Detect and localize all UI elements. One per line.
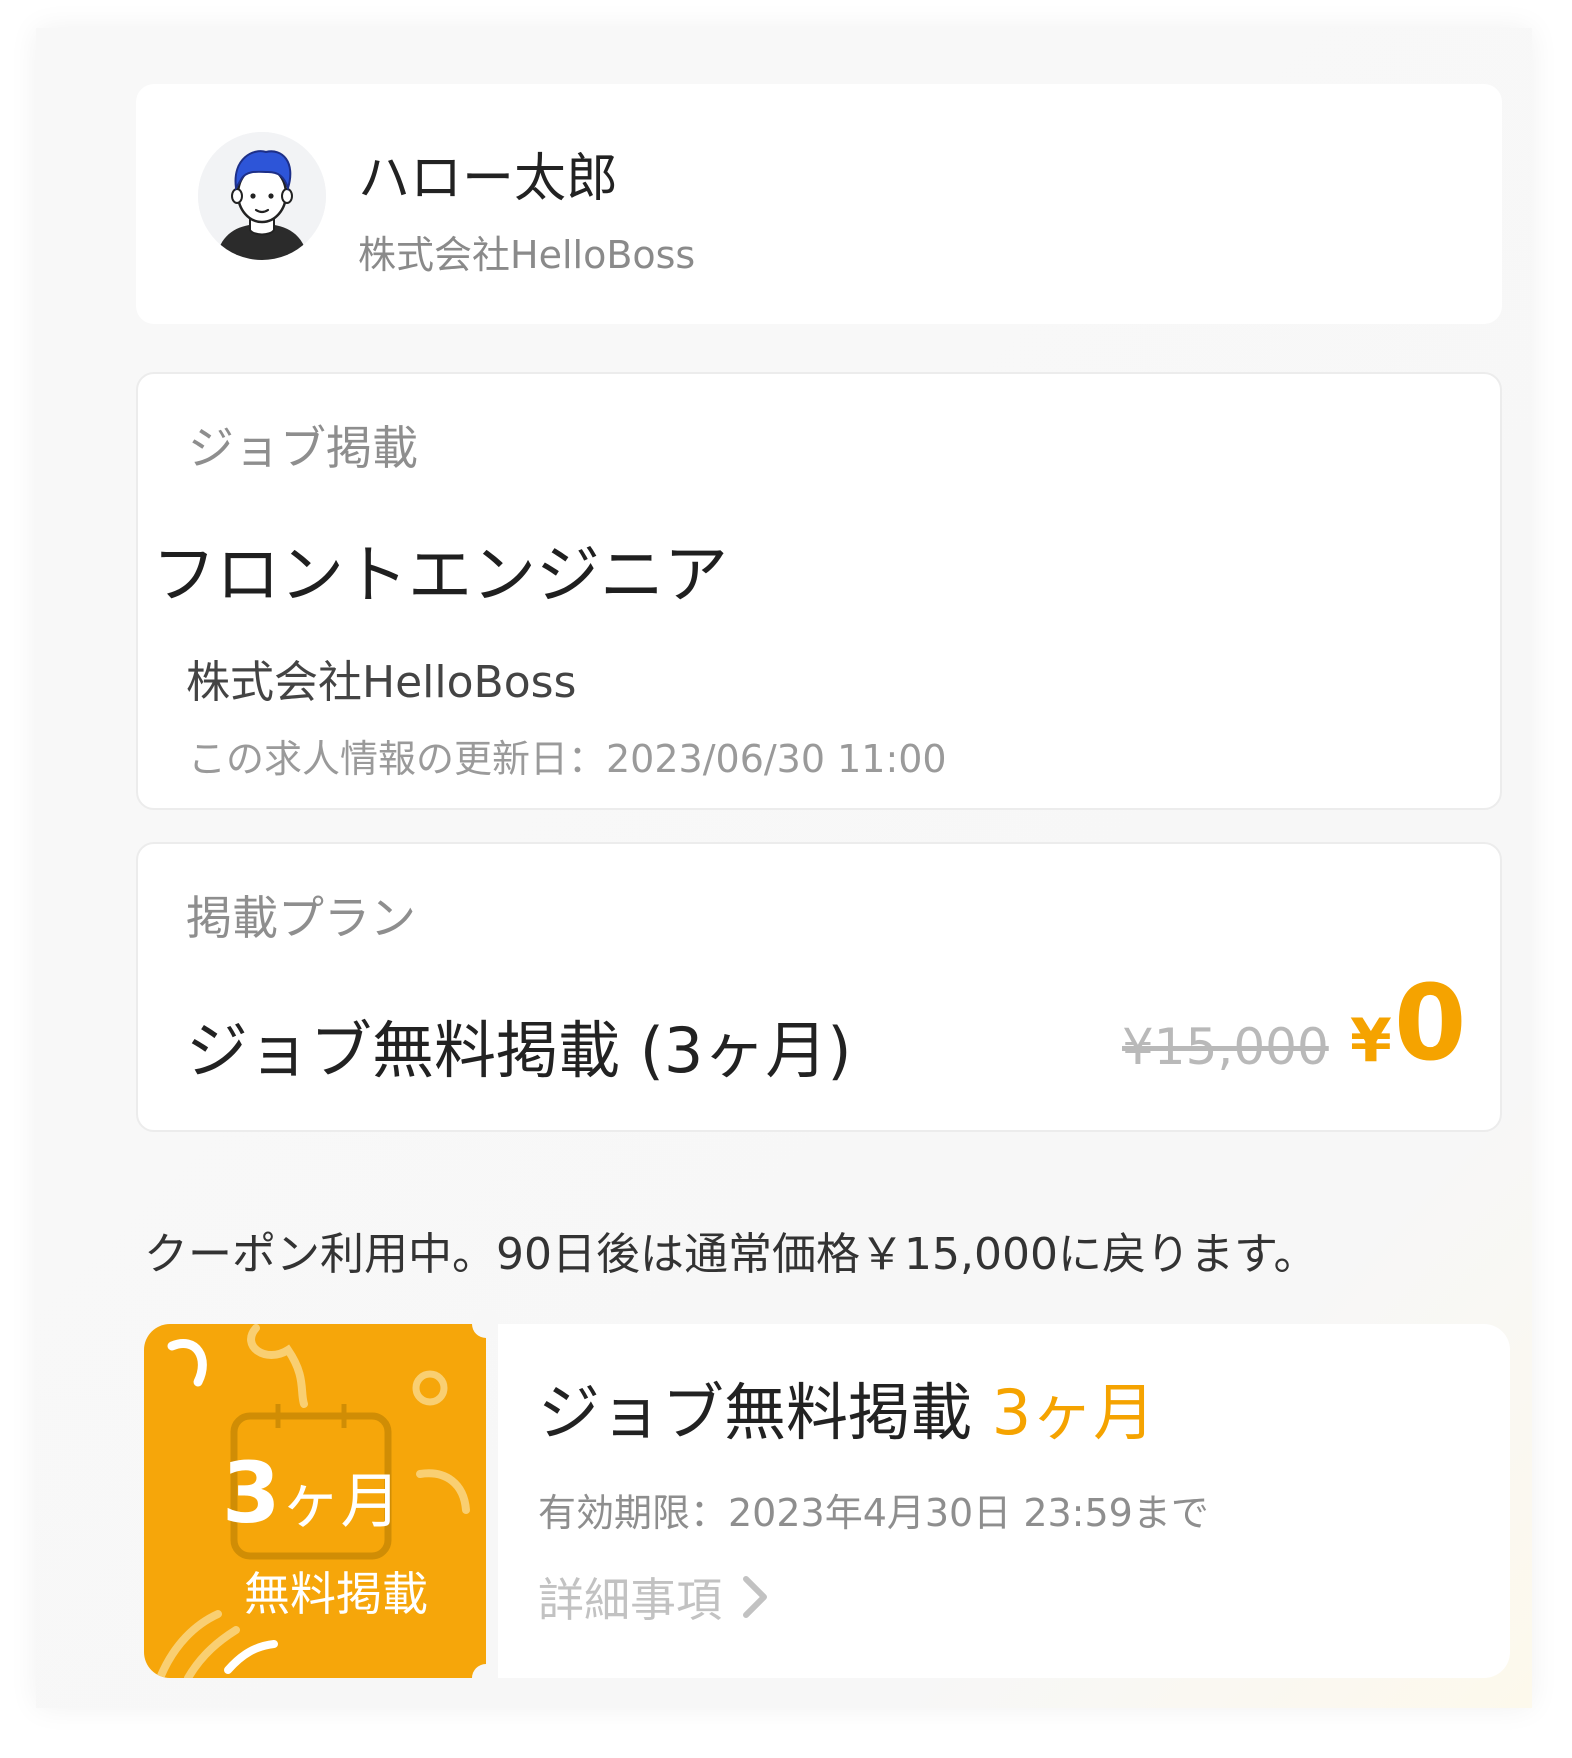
chevron-right-icon [743,1576,767,1618]
plan-original-price: ¥15,000 [1122,1018,1329,1076]
ticket-notch-top [472,1310,500,1338]
plan-price: 0 [1394,962,1467,1084]
plan-card: 掲載プラン ジョブ無料掲載 (3ヶ月) ¥15,000 ¥ 0 [136,842,1502,1132]
avatar-illustration [198,132,326,260]
plan-section-label: 掲載プラン [186,891,416,945]
profile-company: 株式会社HelloBoss [358,233,696,277]
profile-name: ハロー太郎 [358,149,619,209]
coupon-ticket[interactable]: 3ヶ月 無料掲載 ジョブ無料掲載 3ヶ月 有効期限：2023年4月30日 23:… [144,1310,1510,1692]
coupon-info: ジョブ無料掲載 3ヶ月 有効期限：2023年4月30日 23:59まで 詳細事項 [498,1324,1510,1678]
job-posting-card[interactable]: ジョブ掲載 フロントエンジニア 株式会社HelloBoss この求人情報の更新日… [136,372,1502,810]
coupon-details-label: 詳細事項 [538,1573,722,1627]
coupon-details-link[interactable]: 詳細事項 [538,1564,770,1630]
coupon-note: クーポン利用中。90日後は通常価格￥15,000に戻ります。 [144,1229,1318,1280]
badge-unit: ヶ月 [280,1467,401,1537]
coupon-title: ジョブ無料掲載 3ヶ月 [538,1362,1155,1452]
badge-label: 無料掲載 [244,1567,428,1621]
coupon-title-duration: 3ヶ月 [991,1376,1156,1449]
job-company: 株式会社HelloBoss [186,657,577,708]
badge-duration: 3ヶ月 [222,1444,400,1542]
avatar [198,132,326,260]
job-title: フロントエンジニア [152,539,728,613]
coupon-validity: 有効期限：2023年4月30日 23:59まで [538,1491,1209,1535]
ticket-notch-bottom [472,1664,500,1692]
badge-number: 3 [222,1444,281,1542]
coupon-badge: 3ヶ月 無料掲載 [144,1324,486,1678]
job-section-label: ジョブ掲載 [188,421,418,475]
profile-card: ハロー太郎 株式会社HelloBoss [136,84,1502,324]
plan-currency: ¥ [1350,1006,1392,1076]
job-updated-date: この求人情報の更新日：2023/06/30 11:00 [188,737,947,781]
page-container: ハロー太郎 株式会社HelloBoss ジョブ掲載 フロントエンジニア 株式会社… [36,28,1532,1708]
coupon-title-main: ジョブ無料掲載 [538,1376,973,1449]
plan-name: ジョブ無料掲載 (3ヶ月) [186,1014,852,1087]
